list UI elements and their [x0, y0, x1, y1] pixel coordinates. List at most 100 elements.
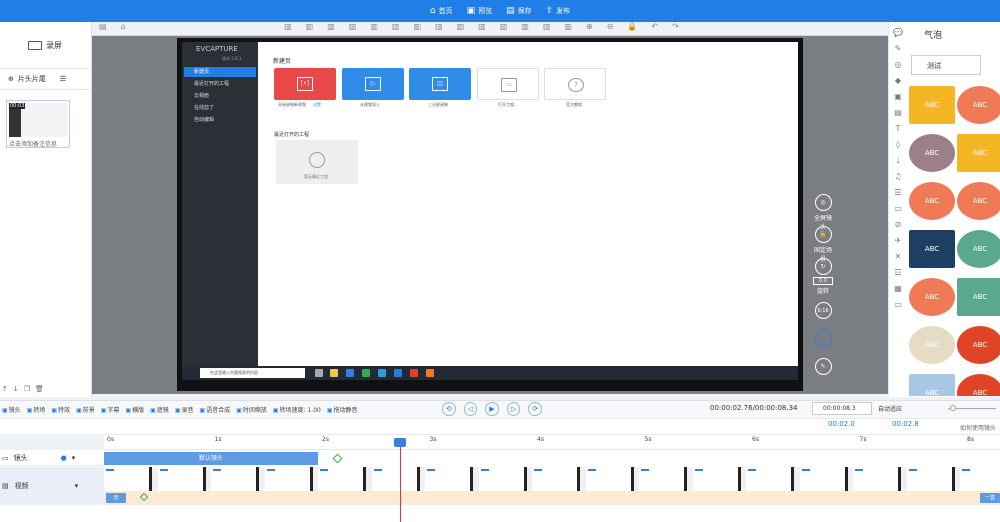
bubble-item[interactable]: ABC: [909, 326, 955, 364]
record-button[interactable]: 录屏: [0, 30, 90, 60]
effect-icon[interactable]: ✕: [893, 252, 903, 262]
zoom-out-icon[interactable]: ⊖: [607, 22, 614, 31]
zoom-slider-knob[interactable]: [950, 405, 956, 411]
preview-button[interactable]: ▣ 预览: [467, 6, 493, 16]
thumbnail-note[interactable]: 点击添加备注信息: [9, 139, 57, 148]
zoom-slider[interactable]: [940, 403, 998, 413]
help-icon[interactable]: ●: [61, 454, 67, 462]
bubble-item[interactable]: ABC: [957, 86, 1000, 124]
folder-icon[interactable]: ▭: [893, 204, 903, 214]
align-icon-14[interactable]: ▥: [564, 22, 572, 31]
bubble-item[interactable]: ABC: [957, 230, 1000, 268]
device-icon[interactable]: ▭: [893, 300, 903, 310]
next-frame-button[interactable]: ⟳: [528, 402, 542, 416]
play-button[interactable]: ▶: [485, 402, 499, 416]
transition-icon[interactable]: ✈: [893, 236, 903, 246]
align-icon[interactable]: ▥: [284, 22, 292, 31]
home-button[interactable]: ⌂ 首页: [430, 6, 453, 16]
align-icon-2[interactable]: ▥: [306, 22, 314, 31]
more-icon[interactable]: ▾: [72, 454, 76, 462]
home-small-icon[interactable]: ⌂: [121, 22, 126, 31]
audio-start-marker[interactable]: 无: [106, 493, 126, 503]
rotate-button[interactable]: ↻ 0.0 旋转: [813, 258, 833, 295]
bubble-item[interactable]: ABC: [909, 278, 955, 316]
shape-icon[interactable]: ◎: [893, 60, 903, 70]
copy-icon[interactable]: ❐: [24, 385, 30, 393]
speed-field-2[interactable]: 00:02.8: [892, 420, 919, 428]
ctrl-item[interactable]: ▣转场: [27, 405, 46, 414]
grid-icon[interactable]: ▦: [893, 284, 903, 294]
align-icon-12[interactable]: ▥: [521, 22, 529, 31]
playhead-handle[interactable]: [394, 438, 406, 447]
align-icon-5[interactable]: ▥: [370, 22, 378, 31]
ctrl-item[interactable]: ▣特效: [51, 405, 70, 414]
prev-frame-button[interactable]: ⟲: [442, 402, 456, 416]
ctrl-item[interactable]: ▣遮镜: [150, 405, 169, 414]
bubble-item[interactable]: ABC: [909, 182, 955, 220]
lock-icon[interactable]: 🔒: [627, 22, 637, 31]
delete-icon[interactable]: 🗑: [35, 385, 44, 393]
pen-icon[interactable]: ✎: [893, 44, 903, 54]
bubble-item[interactable]: ABC: [909, 86, 955, 124]
bubble-item[interactable]: ABC: [909, 134, 955, 172]
bubble-item[interactable]: ABC: [957, 182, 1000, 220]
align-icon-3[interactable]: ▥: [327, 22, 335, 31]
image-icon[interactable]: ▣: [893, 92, 903, 102]
toggle-button[interactable]: —: [813, 330, 833, 349]
audio-track[interactable]: [104, 491, 1000, 505]
move-up-icon[interactable]: ↑: [2, 385, 8, 393]
align-icon-6[interactable]: ▥: [392, 22, 400, 31]
music-icon[interactable]: ♫: [893, 172, 903, 182]
align-icon-10[interactable]: ▥: [478, 22, 486, 31]
save-button[interactable]: ▤ 保存: [506, 6, 532, 16]
bubble-item[interactable]: ABC: [957, 374, 1000, 396]
bubble-item[interactable]: ABC: [909, 230, 955, 268]
ctrl-item[interactable]: ▣录音: [175, 405, 194, 414]
help-link[interactable]: 如何使用镜头: [960, 423, 996, 432]
ctrl-item[interactable]: ▣时间缩放: [236, 405, 267, 414]
audio-end-marker[interactable]: 一直: [980, 493, 1000, 503]
film-icon[interactable]: ▤: [893, 108, 903, 118]
align-icon-11[interactable]: ▥: [500, 22, 508, 31]
redo-icon[interactable]: ↷: [672, 22, 679, 31]
bubble-item[interactable]: ABC: [957, 278, 1000, 316]
layout-icon[interactable]: ☲: [893, 268, 903, 278]
add-icon[interactable]: ⊕: [8, 75, 14, 83]
forward-button[interactable]: ▷: [506, 402, 521, 416]
layout-icon[interactable]: ▤: [99, 22, 107, 31]
sort-icon[interactable]: ☰: [60, 75, 66, 83]
add-intro-outro-button[interactable]: 片头片尾: [18, 74, 46, 84]
align-icon-9[interactable]: ▥: [457, 22, 465, 31]
scene-thumbnail[interactable]: 00:03 点击添加备注信息: [6, 100, 70, 148]
speed-field-1[interactable]: 00:02.0: [828, 420, 855, 428]
drop-icon[interactable]: ◊: [893, 140, 903, 150]
ctrl-item[interactable]: ▣字幕: [101, 405, 120, 414]
align-icon-13[interactable]: ▥: [543, 22, 551, 31]
asset-search-input[interactable]: 测试: [911, 55, 981, 75]
aspect-ratio-button[interactable]: 9:16: [813, 302, 833, 321]
zoom-in-icon[interactable]: ⊕: [586, 22, 593, 31]
rotate-value[interactable]: 0.0: [813, 277, 833, 285]
ctrl-item[interactable]: ▣语音合成: [200, 405, 231, 414]
auto-fit-toggle[interactable]: 自动适应: [878, 404, 902, 413]
bubble-item[interactable]: ABC: [957, 326, 1000, 364]
publish-button[interactable]: ⇪ 发布: [546, 6, 571, 16]
align-icon-8[interactable]: ▥: [435, 22, 443, 31]
text-icon[interactable]: T: [893, 124, 903, 134]
ctrl-item[interactable]: ▣拖动静音: [327, 405, 358, 414]
link-icon[interactable]: ⊘: [893, 220, 903, 230]
edit-button[interactable]: ✎: [813, 358, 833, 377]
camera-clip[interactable]: 默认镜头: [104, 452, 318, 465]
ctrl-item[interactable]: ▣前景: [76, 405, 95, 414]
ctrl-item[interactable]: ▣镜头: [2, 405, 21, 414]
ctrl-item[interactable]: ▣横版: [125, 405, 144, 414]
mic-icon[interactable]: ♩: [893, 156, 903, 166]
align-icon-4[interactable]: ▥: [349, 22, 357, 31]
duration-input[interactable]: 00:00:08.3: [812, 402, 872, 415]
list-icon[interactable]: ☰: [893, 188, 903, 198]
bubble-item[interactable]: ABC: [909, 374, 955, 396]
sticker-icon[interactable]: ◆: [893, 76, 903, 86]
back-button[interactable]: ◁: [463, 402, 478, 416]
align-icon-7[interactable]: ▥: [413, 22, 421, 31]
undo-icon[interactable]: ↶: [651, 22, 658, 31]
